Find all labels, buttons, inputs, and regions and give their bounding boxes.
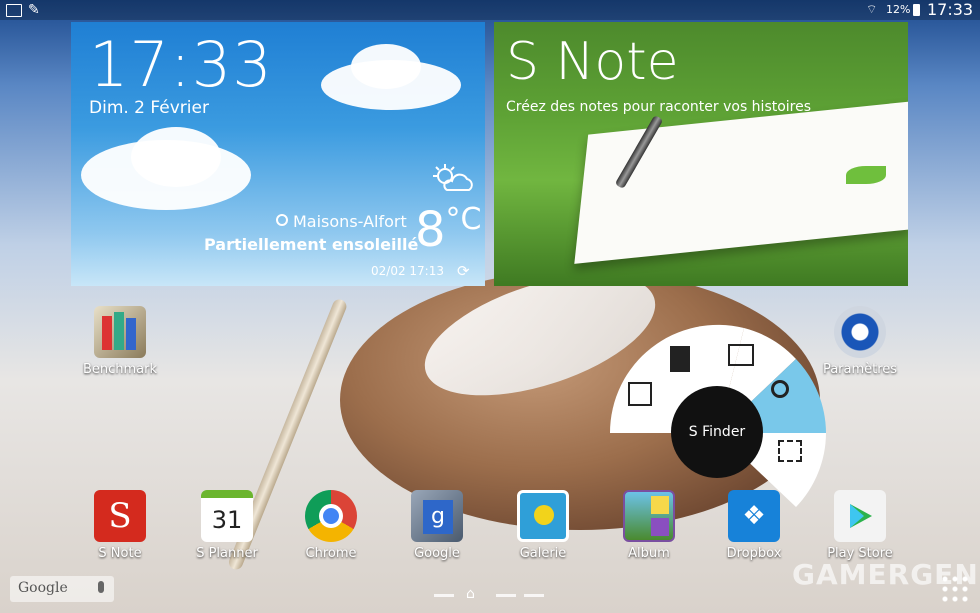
snote-widget[interactable]: S Note Créez des notes pour raconter vos…: [494, 22, 908, 286]
app-benchmark[interactable]: Benchmark: [65, 306, 175, 377]
microphone-icon[interactable]: [98, 581, 104, 593]
play-store-icon: [834, 490, 886, 542]
dock-app-gallery[interactable]: Galerie: [488, 490, 598, 561]
location-pin-icon: [276, 214, 288, 226]
dock-app-dropbox[interactable]: ❖ Dropbox: [699, 490, 809, 561]
app-label: Google: [414, 546, 460, 561]
temperature-value: 8: [415, 202, 446, 258]
clock-time: 17:33: [89, 28, 273, 101]
app-label: Chrome: [305, 546, 357, 561]
weather-clock-widget[interactable]: 17:33 Dim. 2 Février Maisons-Alfort Part…: [71, 22, 485, 286]
action-memo-icon[interactable]: [628, 382, 652, 406]
cloud-graphic: [131, 127, 221, 187]
weather-temperature: 8°C: [415, 202, 482, 258]
screen-write-icon[interactable]: [728, 344, 754, 366]
apps-grid-button[interactable]: [940, 574, 970, 604]
dock-app-play-store[interactable]: Play Store: [805, 490, 915, 561]
page-indicator-dash: [524, 594, 544, 597]
home-page-icon: ⌂: [466, 586, 475, 602]
dock-app-s-note[interactable]: S S Note: [65, 490, 175, 561]
clock-date: Dim. 2 Février: [89, 98, 209, 118]
gallery-flower-icon: [517, 490, 569, 542]
album-icon: [623, 490, 675, 542]
cloud-graphic: [351, 44, 421, 89]
app-label: Album: [628, 546, 670, 561]
chrome-icon: [305, 490, 357, 542]
battery-percent: 12%: [886, 3, 911, 16]
dock-app-google[interactable]: g Google: [382, 490, 492, 561]
s-note-icon: S: [94, 490, 146, 542]
status-time: 17:33: [927, 0, 974, 19]
search-icon[interactable]: [771, 380, 789, 398]
snote-widget-title: S Note: [506, 32, 679, 92]
temperature-unit: °C: [445, 202, 482, 237]
pen-notification-icon: ✎: [28, 2, 40, 18]
google-search-label: Google: [18, 580, 68, 596]
page-indicator-dash: [496, 594, 516, 597]
benchmark-icon: [94, 306, 146, 358]
home-screen: { "status_bar": {"battery": "12%", "time…: [0, 0, 980, 613]
scrap-booker-icon[interactable]: [670, 346, 690, 372]
s-finder-button[interactable]: S Finder: [671, 386, 763, 478]
app-label: S Planner: [196, 546, 258, 561]
weather-location: Maisons-Alfort: [293, 212, 407, 231]
settings-gear-icon: [834, 306, 886, 358]
dock-app-s-planner[interactable]: 31 S Planner: [172, 490, 282, 561]
app-label: S Note: [98, 546, 142, 561]
calendar-icon: 31: [201, 490, 253, 542]
dropbox-icon: ❖: [728, 490, 780, 542]
weather-updated-time: 02/02 17:13: [371, 264, 444, 278]
snote-widget-subtitle: Créez des notes pour raconter vos histoi…: [506, 99, 812, 115]
battery-icon: [913, 4, 920, 16]
leaf-graphic: [846, 166, 886, 184]
wifi-icon: ⌔: [866, 2, 878, 16]
dock-app-chrome[interactable]: Chrome: [276, 490, 386, 561]
google-search-bar[interactable]: Google: [10, 576, 114, 602]
gallery-notification-icon: [6, 4, 22, 17]
dock-app-album[interactable]: Album: [594, 490, 704, 561]
weather-condition: Partiellement ensoleillé: [204, 235, 419, 254]
partly-sunny-icon: [429, 162, 475, 194]
app-label: Galerie: [519, 546, 567, 561]
google-folder-icon: g: [411, 490, 463, 542]
status-bar: ✎ ⌔ 12% 17:33: [0, 0, 980, 20]
page-indicator-dash: [434, 594, 454, 597]
app-label: Benchmark: [82, 362, 158, 377]
refresh-icon[interactable]: ⟳: [457, 262, 470, 280]
pen-window-icon[interactable]: [778, 440, 802, 462]
